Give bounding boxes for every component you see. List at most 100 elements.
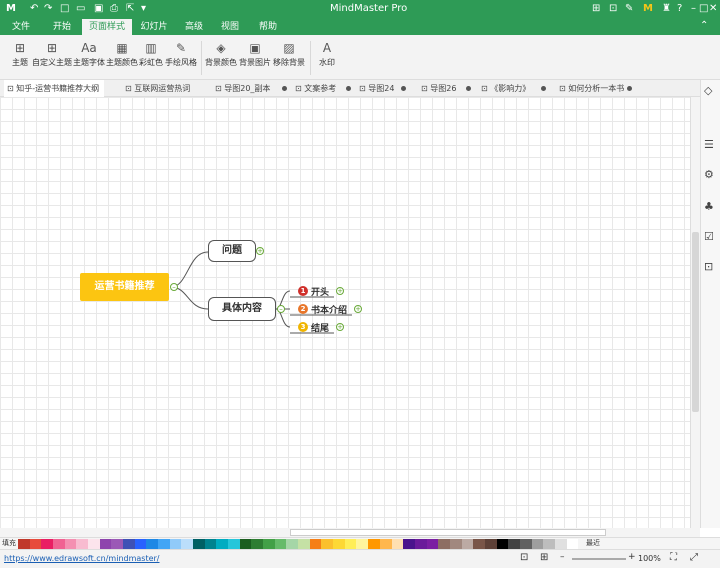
subtopic-end[interactable]: 结尾 (311, 321, 329, 334)
color-swatch[interactable] (251, 539, 264, 549)
color-swatch[interactable] (181, 539, 194, 549)
doc-tab[interactable]: ⊡ 导图20_副本 (212, 80, 290, 97)
outline-list-icon[interactable]: ☰ (704, 138, 714, 151)
color-swatch[interactable] (554, 539, 567, 549)
shirt-icon[interactable]: ♜ (662, 3, 671, 14)
close-tab-icon[interactable] (401, 86, 406, 91)
expand-icon[interactable]: – (277, 305, 285, 313)
color-swatches[interactable] (18, 539, 579, 549)
print-icon[interactable]: ⎙ (110, 3, 118, 14)
color-swatch[interactable] (18, 539, 30, 549)
color-swatch[interactable] (298, 539, 310, 549)
color-swatch[interactable] (123, 539, 135, 549)
color-swatch[interactable] (216, 539, 229, 549)
maximize-icon[interactable]: □ (699, 3, 708, 14)
color-swatch[interactable] (461, 539, 474, 549)
doc-tab[interactable]: ⊡ 导图26 (418, 80, 474, 97)
color-swatch[interactable] (403, 539, 415, 549)
color-swatch[interactable] (134, 539, 147, 549)
color-swatch[interactable] (286, 539, 299, 549)
color-swatch[interactable] (53, 539, 65, 549)
tab-help[interactable]: 帮助 (252, 19, 284, 35)
doc-tab[interactable]: ⊡ 《影响力》 (478, 80, 554, 97)
color-swatch[interactable] (309, 539, 322, 549)
color-swatch[interactable] (193, 539, 205, 549)
custom-theme-button[interactable]: ⊞ 自定义主题 (32, 39, 72, 68)
color-swatch[interactable] (99, 539, 112, 549)
doc-tab[interactable]: ⊡ 文案参考 (292, 80, 354, 97)
color-swatch[interactable] (543, 539, 555, 549)
color-swatch[interactable] (76, 539, 89, 549)
color-swatch[interactable] (438, 539, 450, 549)
tab-file[interactable]: 文件 (4, 19, 38, 35)
color-swatch[interactable] (169, 539, 182, 549)
doc-tab[interactable]: ⊡ 互联网运营热词 (122, 80, 208, 97)
color-swatch[interactable] (566, 539, 579, 549)
doc-tab[interactable]: ⊡ 如何分析一本书 (556, 80, 638, 97)
color-swatch[interactable] (88, 539, 100, 549)
branch-topic-problem[interactable]: 问题 (208, 240, 256, 262)
color-swatch[interactable] (508, 539, 520, 549)
close-icon[interactable]: ✕ (709, 3, 717, 14)
task-icon[interactable]: ☑ (704, 230, 714, 243)
branch-topic-content[interactable]: 具体内容 (208, 297, 276, 321)
redo-icon[interactable]: ↷ (44, 3, 52, 14)
expand-icon[interactable]: ⤢ (690, 552, 698, 563)
add-subtopic-icon[interactable]: + (354, 305, 362, 313)
tab-slides[interactable]: 幻灯片 (136, 19, 172, 35)
color-swatch[interactable] (368, 539, 380, 549)
color-swatch[interactable] (204, 539, 217, 549)
color-swatch[interactable] (484, 539, 497, 549)
vertical-scrollbar[interactable] (690, 97, 700, 528)
undo-icon[interactable]: ↶ (30, 3, 38, 14)
zoom-level[interactable]: 100% (638, 554, 661, 563)
zoom-slider[interactable] (572, 558, 626, 560)
clipart-icon[interactable]: ♣ (704, 200, 714, 213)
color-swatch[interactable] (344, 539, 357, 549)
color-swatch[interactable] (519, 539, 532, 549)
theme-color-button[interactable]: ▦ 主题颜色 (105, 39, 139, 68)
fit-page-icon[interactable]: ⊡ (520, 552, 528, 563)
scroll-thumb[interactable] (290, 529, 606, 536)
doc-tab[interactable]: ⊡ 知乎-运营书籍推荐大纲 (4, 80, 104, 97)
watermark-button[interactable]: A 水印 (315, 39, 339, 68)
tab-home[interactable]: 开始 (44, 19, 80, 35)
rainbow-button[interactable]: ▥ 彩虹色 (138, 39, 164, 68)
doc-tab[interactable]: ⊡ 导图24 (356, 80, 412, 97)
add-subtopic-icon[interactable]: + (256, 247, 264, 255)
tab-page-style[interactable]: 页面样式 (82, 19, 132, 35)
scroll-thumb[interactable] (692, 232, 699, 412)
color-swatch[interactable] (29, 539, 42, 549)
theme-button[interactable]: ⊞ 主题 (8, 39, 32, 68)
root-topic[interactable]: 运营书籍推荐 (80, 273, 169, 301)
subtopic-start[interactable]: 开头 (311, 285, 329, 298)
fit-width-icon[interactable]: ⊞ (540, 552, 548, 563)
more-icon[interactable]: ▾ (141, 3, 146, 14)
help-icon[interactable]: ? (677, 3, 682, 14)
add-subtopic-icon[interactable]: + (336, 287, 344, 295)
minimize-icon[interactable]: – (691, 3, 696, 14)
bg-color-button[interactable]: ◈ 背景颜色 (204, 39, 238, 68)
save-icon[interactable]: ▣ (94, 3, 103, 14)
remove-bg-button[interactable]: ▨ 移除背景 (272, 39, 306, 68)
zoom-out-icon[interactable]: – (560, 552, 565, 562)
color-swatch[interactable] (426, 539, 439, 549)
color-swatch[interactable] (146, 539, 159, 549)
page-format-icon[interactable]: ◇ (704, 84, 712, 97)
gift-icon[interactable]: ⊡ (609, 3, 617, 14)
color-swatch[interactable] (228, 539, 240, 549)
zoom-in-icon[interactable]: + (628, 552, 636, 562)
close-tab-icon[interactable] (466, 86, 471, 91)
close-tab-icon[interactable] (282, 86, 287, 91)
add-subtopic-icon[interactable]: + (336, 323, 344, 331)
fullscreen-icon[interactable]: ⛶ (670, 552, 677, 563)
color-swatch[interactable] (531, 539, 544, 549)
subtopic-intro[interactable]: 书本介绍 (311, 303, 347, 316)
color-swatch[interactable] (239, 539, 252, 549)
open-icon[interactable]: ▭ (76, 3, 85, 14)
color-swatch[interactable] (274, 539, 287, 549)
hand-drawn-button[interactable]: ✎ 手绘风格 (164, 39, 198, 68)
theme-font-button[interactable]: Aa 主题字体 (72, 39, 106, 68)
collapse-ribbon-icon[interactable]: ⌃ (700, 20, 708, 31)
color-swatch[interactable] (41, 539, 54, 549)
